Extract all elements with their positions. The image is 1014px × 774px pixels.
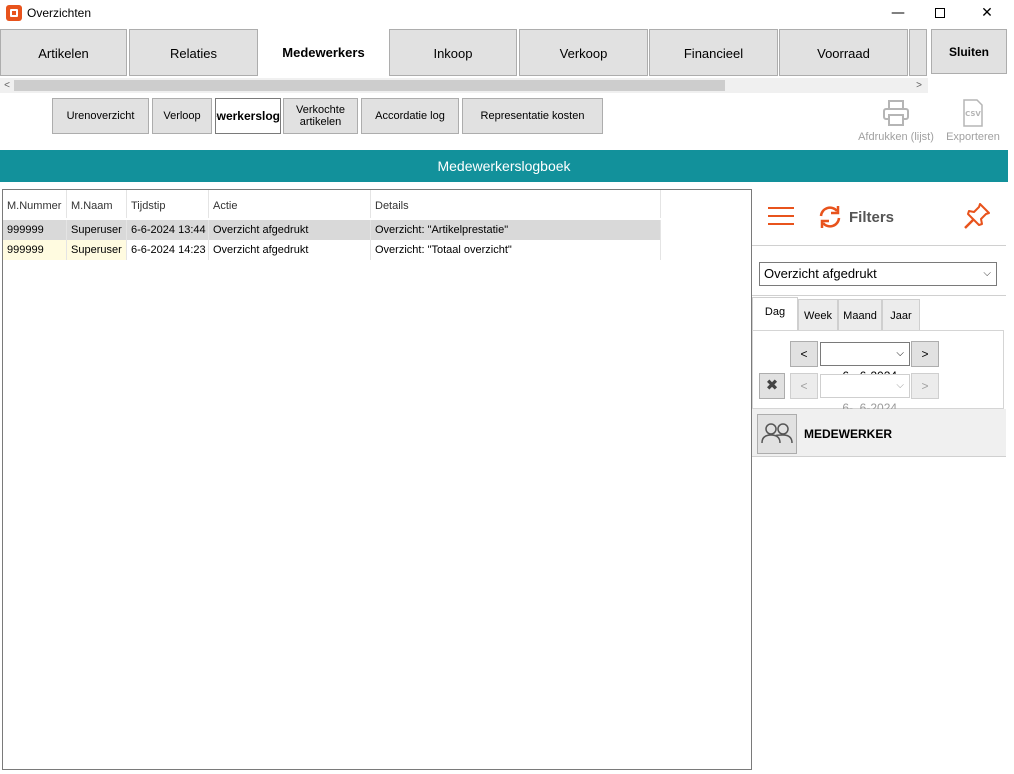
date-to-field[interactable]: 6- 6-2024 ⌵ [820,374,910,415]
tab-scrollbar[interactable]: < > [0,78,928,93]
cell-nummer: 999999 [3,220,67,240]
date-from-prev-button[interactable]: < [790,341,818,367]
divider [752,295,1006,296]
cell-details: Overzicht: "Totaal overzicht" [371,240,661,260]
close-icon: ✖ [765,377,779,394]
csv-icon-text: CSV [965,110,981,118]
divider [752,245,1006,246]
employee-filter-button[interactable] [757,414,797,454]
subtab-medewerkerslog[interactable]: ewerkerslog [215,98,281,134]
date-from-next-button[interactable]: > [911,341,939,367]
maximize-button[interactable] [917,0,963,26]
column-header-tijdstip[interactable]: Tijdstip [127,190,209,218]
subtab-accordatie-log[interactable]: Accordatie log [361,98,459,134]
column-header-details[interactable]: Details [371,190,661,218]
subtab-urenoverzicht[interactable]: Urenoverzicht [52,98,149,134]
chevron-down-icon: ⌵ [896,348,904,359]
cell-actie: Overzicht afgedrukt [209,220,371,240]
users-icon [761,423,793,444]
tab-maand[interactable]: Maand [838,299,882,331]
print-label: Afdrukken (lijst) [858,131,934,143]
clear-date-button[interactable]: ✖ [759,373,785,399]
window-title: Overzichten [27,6,92,20]
scroll-left-icon[interactable]: < [0,78,14,93]
tab-medewerkers[interactable]: Medewerkers [259,29,388,76]
scroll-right-icon[interactable]: > [912,78,926,93]
table-row[interactable]: 999999 Superuser 6-6-2024 14:23 Overzich… [3,240,661,260]
employee-filter-label: MEDEWERKER [804,427,893,441]
chevron-down-icon: ⌵ [896,380,904,391]
tab-inkoop[interactable]: Inkoop [389,29,517,76]
cell-nummer: 999999 [3,240,67,260]
tab-week[interactable]: Week [798,299,838,331]
column-header-naam[interactable]: M.Naam [67,190,127,218]
csv-file-icon: CSV [963,99,983,127]
maximize-icon [935,8,945,18]
subtab-verkochte-artikelen[interactable]: Verkochte artikelen [283,98,358,134]
tab-dag[interactable]: Dag [752,297,798,331]
date-to-next-button[interactable]: > [911,373,939,399]
action-select-value: Overzicht afgedrukt [764,266,877,281]
refresh-icon[interactable] [816,203,844,231]
table-header: M.Nummer M.Naam Tijdstip Actie Details [3,190,661,218]
filter-panel: Filters Overzicht afgedrukt ⌵ Dag Week M… [752,189,1008,459]
tab-artikelen[interactable]: Artikelen [0,29,127,76]
tab-relaties[interactable]: Relaties [129,29,258,76]
close-button[interactable]: ✕ [964,0,1010,26]
cell-tijdstip: 6-6-2024 13:44 [127,220,209,240]
cell-details: Overzicht: "Artikelprestatie" [371,220,661,240]
action-select[interactable]: Overzicht afgedrukt ⌵ [759,262,997,286]
cell-naam: Superuser [67,240,127,260]
pin-icon[interactable] [962,201,992,231]
chevron-down-icon: ⌵ [983,268,991,279]
log-table[interactable]: M.Nummer M.Naam Tijdstip Actie Details 9… [2,189,752,770]
sluiten-button[interactable]: Sluiten [931,29,1007,74]
tab-financieel[interactable]: Financieel [649,29,778,76]
cell-actie: Overzicht afgedrukt [209,240,371,260]
cell-tijdstip: 6-6-2024 14:23 [127,240,209,260]
subtab-representatie-kosten[interactable]: Representatie kosten [462,98,603,134]
tab-jaar[interactable]: Jaar [882,299,920,331]
tab-voorraad[interactable]: Voorraad [779,29,908,76]
scroll-thumb[interactable] [14,80,725,91]
cell-naam: Superuser [67,220,127,240]
export-button[interactable]: CSV Exporteren [933,97,1013,145]
tab-overflow[interactable] [909,29,927,76]
main-tabs: Artikelen Relaties Medewerkers Inkoop Ve… [0,28,1014,78]
tab-verkoop[interactable]: Verkoop [519,29,648,76]
section-title: Medewerkerslogboek [0,150,1008,182]
column-header-nummer[interactable]: M.Nummer [3,190,67,218]
table-row[interactable]: 999999 Superuser 6-6-2024 13:44 Overzich… [3,220,661,240]
employee-filter-row[interactable]: MEDEWERKER [752,409,1006,457]
date-from-field[interactable]: 6- 6-2024 ⌵ [820,342,910,383]
minimize-button[interactable]: — [875,0,921,26]
date-to-prev-button[interactable]: < [790,373,818,399]
export-label: Exporteren [946,131,1000,143]
column-header-actie[interactable]: Actie [209,190,371,218]
menu-icon[interactable] [768,205,794,227]
print-button[interactable]: Afdrukken (lijst) [856,97,936,145]
app-icon [6,5,22,21]
subtab-verloop[interactable]: Verloop [152,98,212,134]
filters-title: Filters [849,209,895,226]
title-bar: Overzichten — ✕ [0,0,1014,26]
printer-icon [883,100,909,126]
